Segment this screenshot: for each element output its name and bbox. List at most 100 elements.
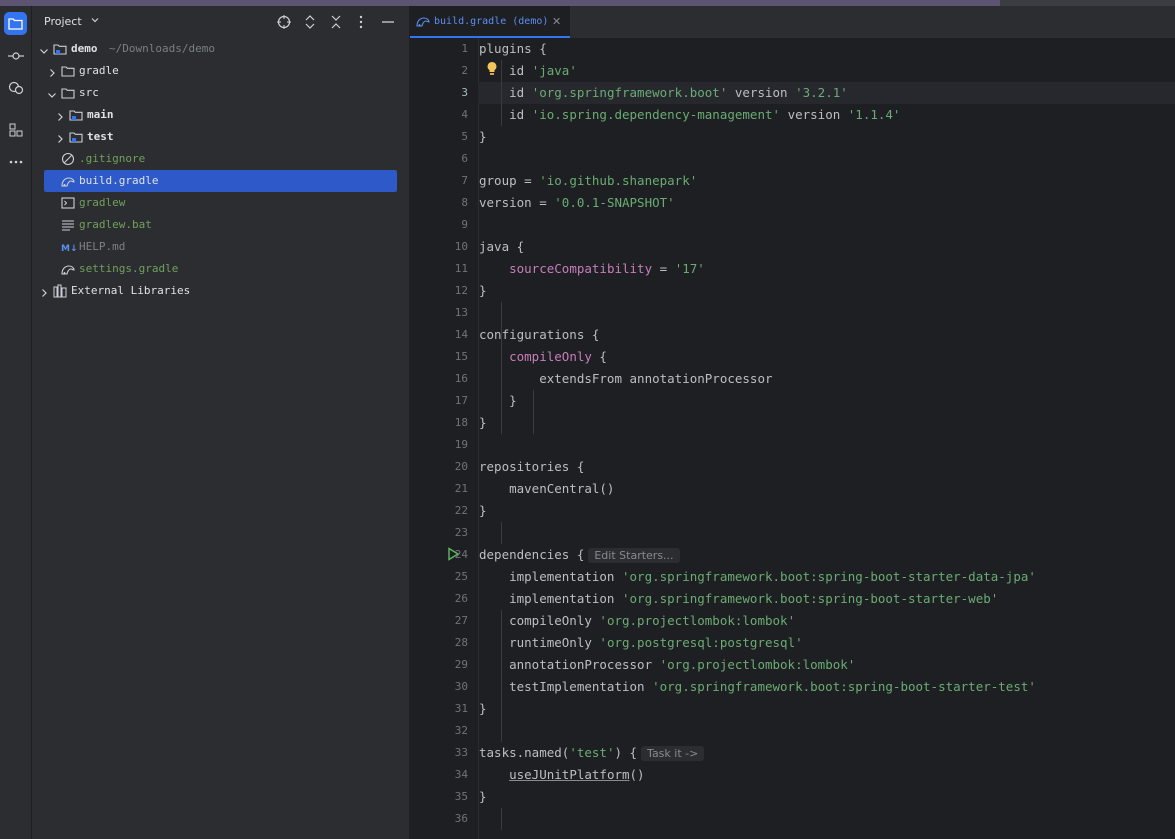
tree-item[interactable]: demo ~/Downloads/demo — [40, 38, 397, 60]
line-number: 22 — [454, 504, 468, 517]
code-line[interactable]: 22} — [455, 500, 1175, 522]
commit-tool-button[interactable] — [4, 44, 27, 67]
code-line[interactable]: 36 — [455, 808, 1175, 830]
code-line[interactable]: 20 repositories { — [455, 456, 1175, 478]
line-number: 27 — [454, 614, 468, 627]
line-number: 1 — [461, 42, 468, 55]
code-line[interactable]: 6 — [461, 148, 1175, 170]
line-number: 17 — [454, 394, 468, 407]
line-number: 6 — [461, 152, 468, 165]
minimize-icon[interactable] — [380, 14, 396, 30]
code-line[interactable]: 26 implementation 'org.springframework.b… — [455, 588, 1175, 610]
tree-item[interactable]: src — [44, 82, 397, 104]
editor-tab-bar: build.gradle (demo) ✕ — [410, 6, 1175, 39]
tree-item[interactable]: test — [44, 126, 397, 148]
line-number: 3 — [461, 86, 468, 99]
code-line[interactable]: 7 group = 'io.github.shanepark' — [461, 170, 1175, 192]
code-line[interactable]: 32 — [455, 720, 1175, 742]
structure-tool-button[interactable] — [4, 118, 27, 141]
code-text: configurations { — [479, 327, 600, 342]
tab-label: build.gradle (demo) — [434, 16, 549, 27]
plugins-tool-button[interactable] — [4, 76, 27, 99]
indent-guide — [501, 60, 502, 126]
tree-item-label: src — [79, 86, 99, 99]
code-line[interactable]: 3 id 'org.springframework.boot' version … — [461, 82, 1175, 104]
tree-item-label: gradle — [79, 64, 119, 77]
code-line[interactable]: 23 — [455, 522, 1175, 544]
tree-item[interactable]: main — [44, 104, 397, 126]
project-tool-button[interactable] — [4, 12, 27, 35]
chevron-right-icon[interactable] — [38, 285, 50, 297]
lightbulb-icon[interactable] — [486, 61, 498, 77]
tree-item[interactable]: gradlew.bat — [44, 214, 397, 236]
code-line[interactable]: 31} — [455, 698, 1175, 720]
chevron-down-icon[interactable] — [46, 87, 58, 99]
chevron-down-icon[interactable] — [90, 15, 100, 25]
more-tools-button[interactable] — [4, 150, 27, 173]
options-icon[interactable] — [353, 14, 369, 30]
chevron-right-icon[interactable] — [46, 65, 58, 77]
tree-item-path: ~/Downloads/demo — [109, 42, 215, 55]
code-text: plugins { — [479, 41, 547, 56]
code-line[interactable]: 10 java { — [455, 236, 1175, 258]
tree-item[interactable]: build.gradle — [44, 170, 397, 192]
code-line[interactable]: 24 dependencies {Edit Starters... — [455, 544, 1175, 566]
code-line[interactable]: 34 useJUnitPlatform() — [455, 764, 1175, 786]
code-line[interactable]: 18} — [455, 412, 1175, 434]
chevron-right-icon[interactable] — [54, 131, 66, 143]
code-text: } — [479, 789, 487, 804]
gradle-icon — [416, 17, 430, 27]
code-line[interactable]: 11 sourceCompatibility = '17' — [455, 258, 1175, 280]
code-line[interactable]: 15 compileOnly { — [455, 346, 1175, 368]
code-line[interactable]: 5} — [461, 126, 1175, 148]
line-number: 26 — [454, 592, 468, 605]
code-area[interactable]: 1 plugins { 2 id 'java' 3 id 'org.springfra… — [448, 38, 1175, 839]
folder-icon — [61, 86, 75, 100]
tree-item[interactable]: gradlew — [44, 192, 397, 214]
collapse-all-icon[interactable] — [328, 14, 344, 30]
tree-item[interactable]: M↓ HELP.md — [44, 236, 397, 258]
code-line[interactable]: 17 } — [455, 390, 1175, 412]
locate-icon[interactable] — [276, 14, 292, 30]
tree-item[interactable]: .gitignore — [44, 148, 397, 170]
code-line[interactable]: 1 plugins { — [461, 38, 1175, 60]
code-line[interactable]: 13 — [455, 302, 1175, 324]
module-folder-icon — [69, 130, 83, 144]
code-line[interactable]: 30 testImplementation 'org.springframewo… — [455, 676, 1175, 698]
panel-title[interactable]: Project — [44, 15, 82, 28]
indent-guide — [533, 390, 534, 434]
code-line[interactable]: 8 version = '0.0.1-SNAPSHOT' — [461, 192, 1175, 214]
tree-item[interactable]: External Libraries — [42, 280, 397, 302]
code-line[interactable]: 21 mavenCentral() — [455, 478, 1175, 500]
code-line[interactable]: 28 runtimeOnly 'org.postgresql:postgresq… — [455, 632, 1175, 654]
code-line[interactable]: 12} — [455, 280, 1175, 302]
indent-guide — [501, 808, 502, 830]
chevron-down-icon[interactable] — [38, 43, 50, 55]
line-number: 13 — [454, 306, 468, 319]
code-line[interactable]: 19 — [455, 434, 1175, 456]
code-line[interactable]: 2 id 'java' — [461, 60, 1175, 82]
close-icon[interactable]: ✕ — [552, 15, 561, 28]
expand-all-icon[interactable] — [302, 14, 318, 30]
tab-build-gradle[interactable]: build.gradle (demo) ✕ — [410, 6, 570, 38]
code-line[interactable]: 16 extendsFrom annotationProcessor — [455, 368, 1175, 390]
line-number: 14 — [454, 328, 468, 341]
code-line[interactable]: 33 tasks.named('test') {Task it -> — [455, 742, 1175, 764]
code-line[interactable]: 35} — [455, 786, 1175, 808]
ignore-file-icon — [61, 152, 75, 166]
code-line[interactable]: 4 id 'io.spring.dependency-management' v… — [461, 104, 1175, 126]
code-line[interactable]: 29 annotationProcessor 'org.projectlombo… — [455, 654, 1175, 676]
tree-item[interactable]: gradle — [44, 60, 397, 82]
code-line[interactable]: 14 configurations { — [455, 324, 1175, 346]
code-line[interactable]: 9 — [461, 214, 1175, 236]
tree-item[interactable]: settings.gradle — [44, 258, 397, 280]
chevron-right-icon[interactable] — [54, 109, 66, 121]
task-it-hint[interactable]: Task it -> — [641, 746, 705, 761]
line-number: 29 — [454, 658, 468, 671]
code-text: compileOnly 'org.projectlombok:lombok' — [479, 613, 796, 628]
code-line[interactable]: 27 compileOnly 'org.projectlombok:lombok… — [455, 610, 1175, 632]
code-line[interactable]: 25 implementation 'org.springframework.b… — [455, 566, 1175, 588]
line-number: 34 — [454, 768, 468, 781]
run-icon[interactable] — [446, 546, 460, 561]
edit-starters-hint[interactable]: Edit Starters... — [588, 548, 680, 563]
